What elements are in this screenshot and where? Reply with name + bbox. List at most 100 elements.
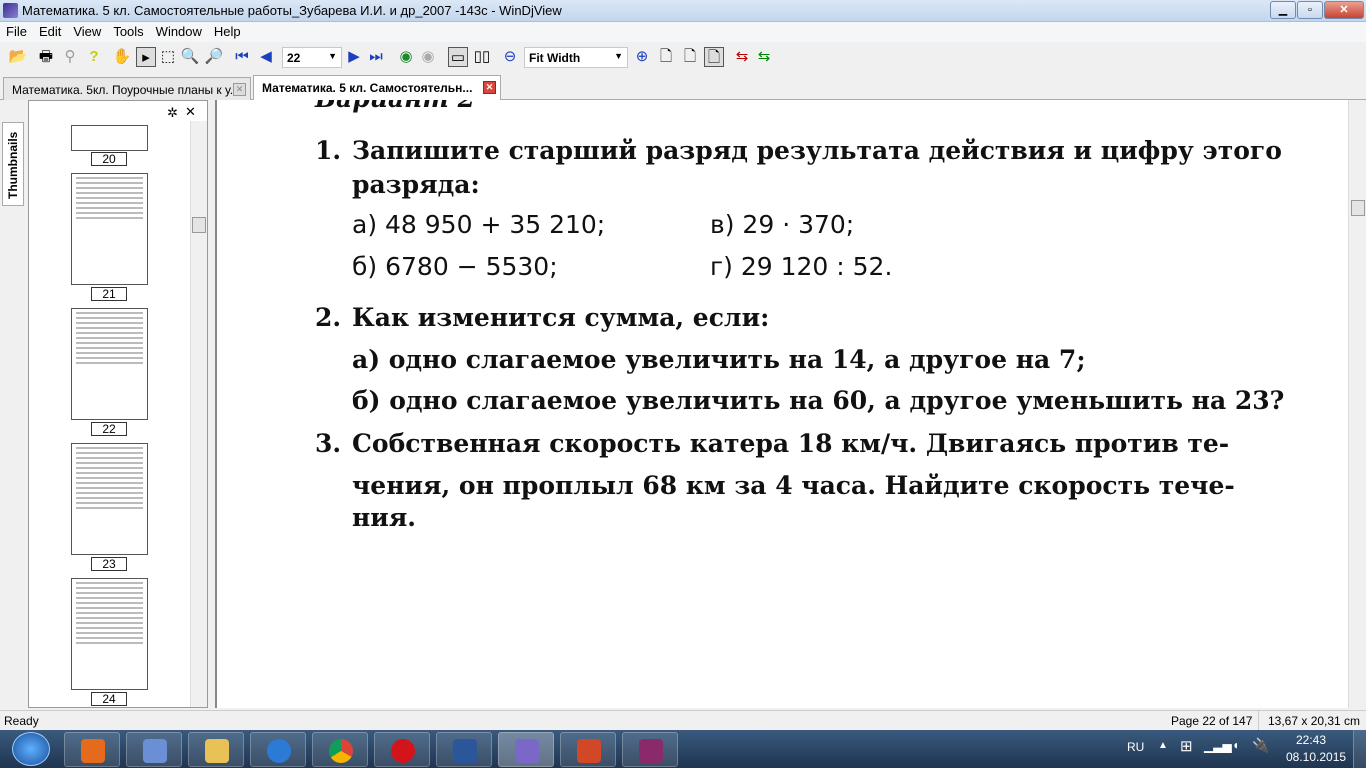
last-page-icon[interactable]: ⏭ — [366, 47, 386, 67]
problem-text: ния. — [352, 503, 417, 532]
close-icon[interactable]: ✕ — [233, 83, 246, 96]
first-page-icon[interactable]: ⏮ — [232, 47, 252, 67]
hand-icon[interactable]: ✋ — [112, 47, 132, 67]
clock-date[interactable]: 08.10.2015 — [1286, 750, 1346, 764]
app-icon — [3, 3, 18, 18]
menu-file[interactable]: File — [0, 22, 33, 39]
zoom-in-icon[interactable]: ⊕ — [632, 47, 652, 67]
thumbnails-panel: ✲ ✕ 20 21 22 23 24 — [28, 100, 208, 708]
volume-icon[interactable]: ◖ — [1232, 738, 1239, 752]
find-icon[interactable]: ⚲ — [60, 47, 80, 67]
show-hidden-icons-icon[interactable]: ▲ — [1158, 740, 1168, 751]
scrollbar-thumb[interactable] — [1351, 200, 1365, 216]
show-desktop-button[interactable] — [1353, 730, 1366, 768]
menu-tools[interactable]: Tools — [107, 22, 149, 39]
rotate-left-icon[interactable]: ⇆ — [732, 47, 752, 67]
taskbar-opera[interactable] — [374, 732, 430, 767]
actual-size-icon[interactable]: 🗋 — [656, 47, 676, 67]
document-tabs: Математика. 5кл. Поурочные планы к у... ✕… — [0, 74, 1366, 100]
page-number-combo[interactable]: 22 ▼ — [282, 47, 342, 68]
zoom-icon[interactable]: 🔍 — [180, 47, 200, 67]
page-size: 13,67 x 20,31 cm — [1268, 714, 1361, 728]
taskbar: RU ▲ ⊞ ▁▃▅ ◖ 🔌 22:43 08.10.2015 — [0, 730, 1366, 768]
facing-icon[interactable]: ▯▯ — [472, 47, 492, 67]
document-scrollbar[interactable] — [1348, 100, 1366, 708]
page-indicator: Page 22 of 147 — [1171, 714, 1253, 728]
back-icon[interactable]: ◉ — [396, 47, 416, 67]
taskbar-windjview[interactable] — [498, 732, 554, 767]
taskbar-powerpoint[interactable] — [560, 732, 616, 767]
continuous-icon[interactable]: ▭ — [448, 47, 468, 67]
status-text: Ready — [4, 714, 39, 728]
maximize-button[interactable]: ▫ — [1297, 1, 1323, 19]
rect-select-icon[interactable]: ⬚ — [158, 47, 178, 67]
page-number-value: 22 — [287, 51, 301, 65]
taskbar-winrar[interactable] — [622, 732, 678, 767]
tab-document-2[interactable]: Математика. 5 кл. Самостоятельн... ✕ — [253, 75, 501, 100]
fit-page-icon[interactable]: 🗋 — [680, 47, 700, 67]
close-button[interactable]: ✕ — [1324, 1, 1364, 19]
problem-number: 1. — [315, 136, 342, 165]
problem-number: 2. — [315, 303, 342, 332]
open-icon[interactable]: 📂 — [8, 47, 28, 67]
taskbar-explorer[interactable] — [188, 732, 244, 767]
thumbnail-page[interactable] — [71, 578, 148, 690]
rotate-right-icon[interactable]: ⇆ — [754, 47, 774, 67]
fit-width-icon[interactable]: 🗋 — [704, 47, 724, 67]
problem-text: разряда: — [352, 170, 480, 199]
subitem-a: а) одно слагаемое увеличить на 14, а дру… — [352, 345, 1086, 374]
problem-number: 3. — [315, 429, 342, 458]
tab-label: Математика. 5 кл. Самостоятельн... — [262, 81, 473, 95]
zoom-rect-icon[interactable]: 🔎 — [204, 47, 224, 67]
chevron-down-icon: ▼ — [614, 51, 623, 61]
menu-help[interactable]: Help — [208, 22, 247, 39]
power-icon[interactable]: 🔌 — [1252, 737, 1269, 754]
title-bar: Математика. 5 кл. Самостоятельные работы… — [0, 0, 1366, 22]
help-icon[interactable]: ? — [84, 47, 104, 67]
language-indicator[interactable]: RU — [1127, 740, 1144, 754]
variant-heading: Вариант 2 — [315, 100, 475, 113]
prev-page-icon[interactable]: ◀ — [256, 47, 276, 67]
tab-label: Математика. 5кл. Поурочные планы к у... — [12, 83, 240, 97]
thumbnail-label: 23 — [91, 557, 127, 571]
thumbnail-label: 24 — [91, 692, 127, 706]
next-page-icon[interactable]: ▶ — [344, 47, 364, 67]
start-button[interactable] — [12, 732, 50, 766]
thumbnail-label: 21 — [91, 287, 127, 301]
taskbar-word[interactable] — [436, 732, 492, 767]
zoom-combo[interactable]: Fit Width ▼ — [524, 47, 628, 68]
network-icon[interactable]: ▁▃▅ — [1204, 739, 1232, 753]
thumbnail-label: 20 — [91, 152, 127, 166]
thumbnails-tab[interactable]: Thumbnails — [2, 122, 24, 206]
tab-document-1[interactable]: Математика. 5кл. Поурочные планы к у... ✕ — [3, 77, 251, 100]
menu-edit[interactable]: Edit — [33, 22, 67, 39]
menu-view[interactable]: View — [67, 22, 107, 39]
status-bar: Ready Page 22 of 147 13,67 x 20,31 cm — [0, 710, 1366, 730]
toolbar: 📂 🖶 ⚲ ? ✋ ▸ ⬚ 🔍 🔎 ⏮ ◀ 22 ▼ ▶ ⏭ ◉ ◉ ▭ ▯▯ ⊖… — [0, 44, 1366, 72]
select-icon[interactable]: ▸ — [136, 47, 156, 67]
scrollbar-thumb[interactable] — [192, 217, 206, 233]
taskbar-internet-explorer[interactable] — [250, 732, 306, 767]
thumbnail-page[interactable] — [71, 308, 148, 420]
thumbnails-scrollbar[interactable] — [190, 121, 207, 707]
taskbar-media-player[interactable] — [64, 732, 120, 767]
gear-icon[interactable]: ✲ — [167, 105, 178, 121]
subitem-b: б) 6780 − 5530; — [352, 252, 558, 281]
close-icon[interactable]: ✕ — [483, 81, 496, 94]
subitem-a: а) 48 950 + 35 210; — [352, 210, 606, 239]
thumbnail-page[interactable] — [71, 125, 148, 151]
taskbar-chrome[interactable] — [312, 732, 368, 767]
menu-window[interactable]: Window — [150, 22, 208, 39]
thumbnail-page[interactable] — [71, 173, 148, 285]
action-center-icon[interactable]: ⊞ — [1180, 737, 1193, 755]
zoom-out-icon[interactable]: ⊖ — [500, 47, 520, 67]
close-icon[interactable]: ✕ — [185, 104, 196, 120]
thumbnail-page[interactable] — [71, 443, 148, 555]
minimize-button[interactable]: ▁ — [1270, 1, 1296, 19]
thumbnail-label: 22 — [91, 422, 127, 436]
forward-icon[interactable]: ◉ — [418, 47, 438, 67]
taskbar-paint[interactable] — [126, 732, 182, 767]
print-icon[interactable]: 🖶 — [36, 47, 56, 67]
clock-time[interactable]: 22:43 — [1296, 733, 1326, 747]
subitem-b: б) одно слагаемое увеличить на 60, а дру… — [352, 386, 1285, 415]
